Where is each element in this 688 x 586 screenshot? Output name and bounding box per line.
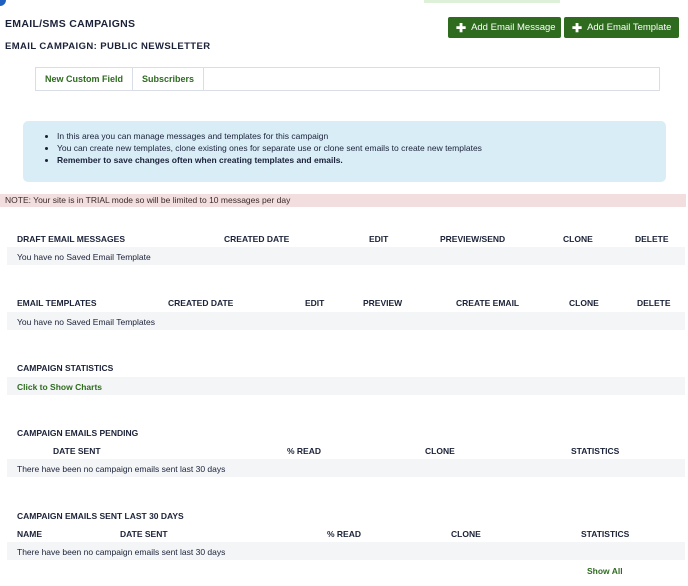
add-email-template-label: Add Email Template bbox=[587, 22, 672, 33]
add-email-message-label: Add Email Message bbox=[471, 22, 556, 33]
templates-col-preview: PREVIEW bbox=[363, 298, 403, 308]
trial-notice: NOTE: Your site is in TRIAL mode so will… bbox=[0, 194, 686, 207]
corner-indicator bbox=[0, 0, 6, 6]
tab-bar: New Custom Field Subscribers bbox=[35, 67, 660, 91]
info-box: In this area you can manage messages and… bbox=[23, 121, 666, 182]
info-item: You can create new templates, clone exis… bbox=[57, 142, 666, 154]
templates-col-name: EMAIL TEMPLATES bbox=[17, 298, 97, 308]
sent-col-clone: CLONE bbox=[451, 529, 481, 539]
sent-col-date-sent: DATE SENT bbox=[120, 529, 168, 539]
templates-col-created: CREATED DATE bbox=[168, 298, 234, 308]
info-item: In this area you can manage messages and… bbox=[57, 130, 666, 142]
draft-col-created: CREATED DATE bbox=[224, 234, 290, 244]
templates-col-delete: DELETE bbox=[637, 298, 671, 308]
draft-col-edit: EDIT bbox=[369, 234, 389, 244]
pending-col-statistics: STATISTICS bbox=[571, 446, 620, 456]
page-title: EMAIL/SMS CAMPAIGNS bbox=[5, 18, 136, 30]
templates-col-clone: CLONE bbox=[569, 298, 599, 308]
stats-title: CAMPAIGN STATISTICS bbox=[17, 363, 114, 373]
sent-title: CAMPAIGN EMAILS SENT LAST 30 DAYS bbox=[17, 511, 184, 521]
sent-col-read: % READ bbox=[327, 529, 362, 539]
add-email-message-button[interactable]: ✚ Add Email Message bbox=[448, 17, 561, 38]
info-item: Remember to save changes often when crea… bbox=[57, 154, 666, 166]
templates-col-edit: EDIT bbox=[305, 298, 325, 308]
sent-col-name: NAME bbox=[17, 529, 43, 539]
plus-icon: ✚ bbox=[572, 20, 583, 35]
pending-col-read: % READ bbox=[287, 446, 322, 456]
pending-col-clone: CLONE bbox=[425, 446, 455, 456]
campaign-title: EMAIL CAMPAIGN: PUBLIC NEWSLETTER bbox=[5, 41, 211, 52]
add-email-template-button[interactable]: ✚ Add Email Template bbox=[564, 17, 679, 38]
sent-col-statistics: STATISTICS bbox=[581, 529, 630, 539]
draft-col-delete: DELETE bbox=[635, 234, 669, 244]
alert-strip bbox=[424, 0, 560, 3]
templates-col-create-email: CREATE EMAIL bbox=[456, 298, 520, 308]
draft-empty-message: You have no Saved Email Template bbox=[17, 252, 151, 262]
tab-subscribers[interactable]: Subscribers bbox=[133, 68, 205, 90]
draft-col-clone: CLONE bbox=[563, 234, 593, 244]
table-row bbox=[7, 377, 685, 395]
draft-col-name: DRAFT EMAIL MESSAGES bbox=[17, 234, 125, 244]
templates-empty-message: You have no Saved Email Templates bbox=[17, 317, 155, 327]
sent-empty-message: There have been no campaign emails sent … bbox=[17, 547, 226, 557]
pending-title: CAMPAIGN EMAILS PENDING bbox=[17, 428, 139, 438]
tab-new-custom-field[interactable]: New Custom Field bbox=[36, 68, 134, 90]
draft-col-preview-send: PREVIEW/SEND bbox=[440, 234, 506, 244]
plus-icon: ✚ bbox=[456, 20, 467, 35]
pending-col-date-sent: DATE SENT bbox=[53, 446, 101, 456]
pending-empty-message: There have been no campaign emails sent … bbox=[17, 464, 226, 474]
show-all-link[interactable]: Show All bbox=[587, 566, 623, 576]
show-charts-link[interactable]: Click to Show Charts bbox=[17, 382, 102, 392]
